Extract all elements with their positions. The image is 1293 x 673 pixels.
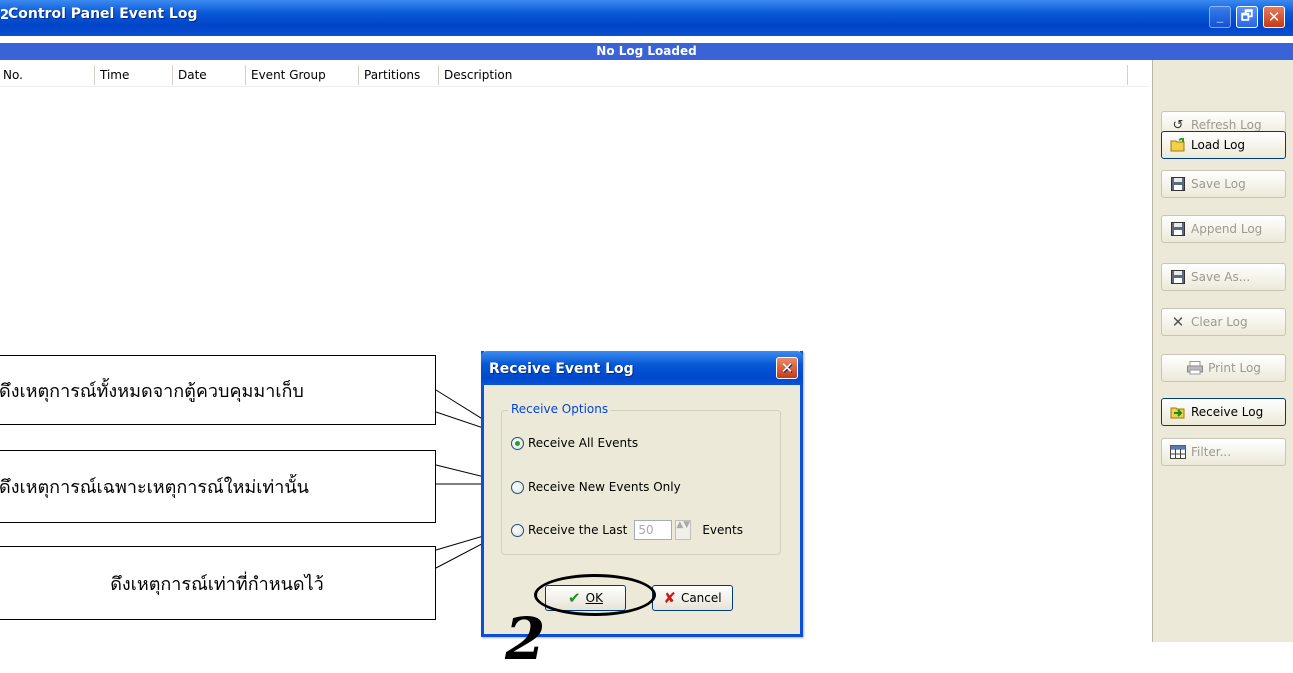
receive-all-radio[interactable] [511, 436, 524, 450]
callout-receive-new: ดึงเหตุการณ์เฉพาะเหตุการณ์ใหม่เท่านั้น [0, 450, 436, 523]
callout-receive-last-text: ดึงเหตุการณ์เท่าที่กำหนดไว้ [110, 573, 324, 595]
cancel-label: Cancel [680, 591, 722, 605]
callout-receive-new-text: ดึงเหตุการณ์เฉพาะเหตุการณ์ใหม่เท่านั้น [0, 477, 309, 498]
receive-new-label: Receive New Events Only [528, 480, 681, 494]
cancel-button[interactable]: ✘ Cancel [652, 585, 733, 611]
callout-receive-all-text: ดึงเหตุการณ์ทั้งหมดจากตู้ควบคุมมาเก็บ [0, 380, 304, 402]
receive-new-option[interactable]: Receive New Events Only [511, 479, 681, 495]
last-count-spinner[interactable]: ▲▼ [675, 520, 692, 540]
cancel-x-icon: ✘ [663, 589, 676, 607]
receive-all-option[interactable]: Receive All Events [511, 435, 638, 451]
receive-options-title: Receive Options [508, 402, 612, 416]
dialog-title-bar: Receive Event Log ✕ [481, 351, 803, 385]
receive-last-radio[interactable] [511, 523, 524, 537]
receive-new-radio[interactable] [511, 480, 524, 494]
callout-receive-last: ดึงเหตุการณ์เท่าที่กำหนดไว้ [0, 546, 436, 620]
ok-highlight-ellipse [534, 574, 656, 616]
dialog-close-button[interactable]: ✕ [776, 357, 798, 379]
receive-last-label: Receive the Last [528, 523, 628, 537]
receive-last-option[interactable]: Receive the Last 50 ▲▼ Events [511, 519, 743, 541]
callout-receive-all: ดึงเหตุการณ์ทั้งหมดจากตู้ควบคุมมาเก็บ [0, 355, 436, 425]
step-number: 2 [505, 605, 546, 673]
dialog-title: Receive Event Log [489, 361, 634, 377]
last-count-input[interactable]: 50 [634, 520, 673, 540]
receive-all-label: Receive All Events [528, 436, 639, 450]
events-suffix-label: Events [702, 523, 743, 537]
